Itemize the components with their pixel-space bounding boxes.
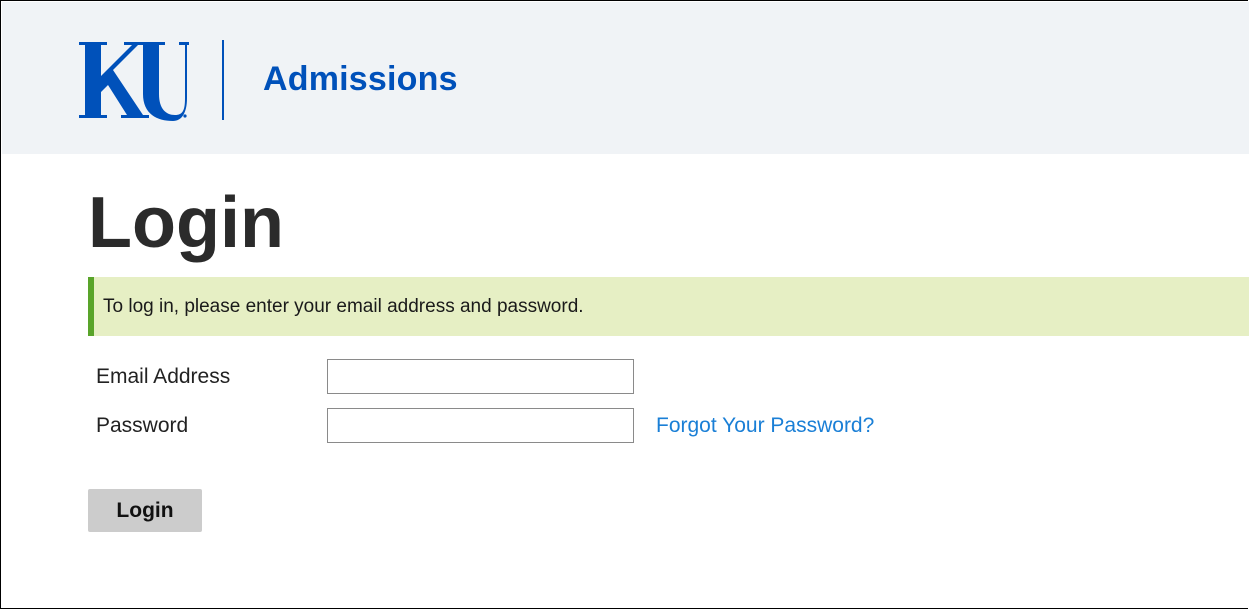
site-header: Admissions (2, 2, 1249, 154)
logo-divider (222, 40, 224, 120)
password-label: Password (96, 414, 189, 437)
password-field[interactable] (327, 408, 634, 443)
page-title: Login (88, 183, 284, 263)
logo-letter-k (79, 42, 149, 118)
forgot-password-link[interactable]: Forgot Your Password? (656, 414, 874, 438)
site-name[interactable]: Admissions (263, 59, 458, 99)
logo-registered-mark (183, 114, 187, 118)
info-banner-text: To log in, please enter your email addre… (103, 296, 584, 317)
info-banner: To log in, please enter your email addre… (88, 277, 1249, 336)
login-button[interactable]: Login (88, 489, 202, 532)
email-field[interactable] (327, 359, 634, 394)
ku-logo[interactable] (77, 38, 189, 122)
email-label: Email Address (96, 365, 231, 388)
logo-letter-u (139, 42, 189, 121)
page-frame: Admissions Login To log in, please enter… (0, 0, 1249, 609)
